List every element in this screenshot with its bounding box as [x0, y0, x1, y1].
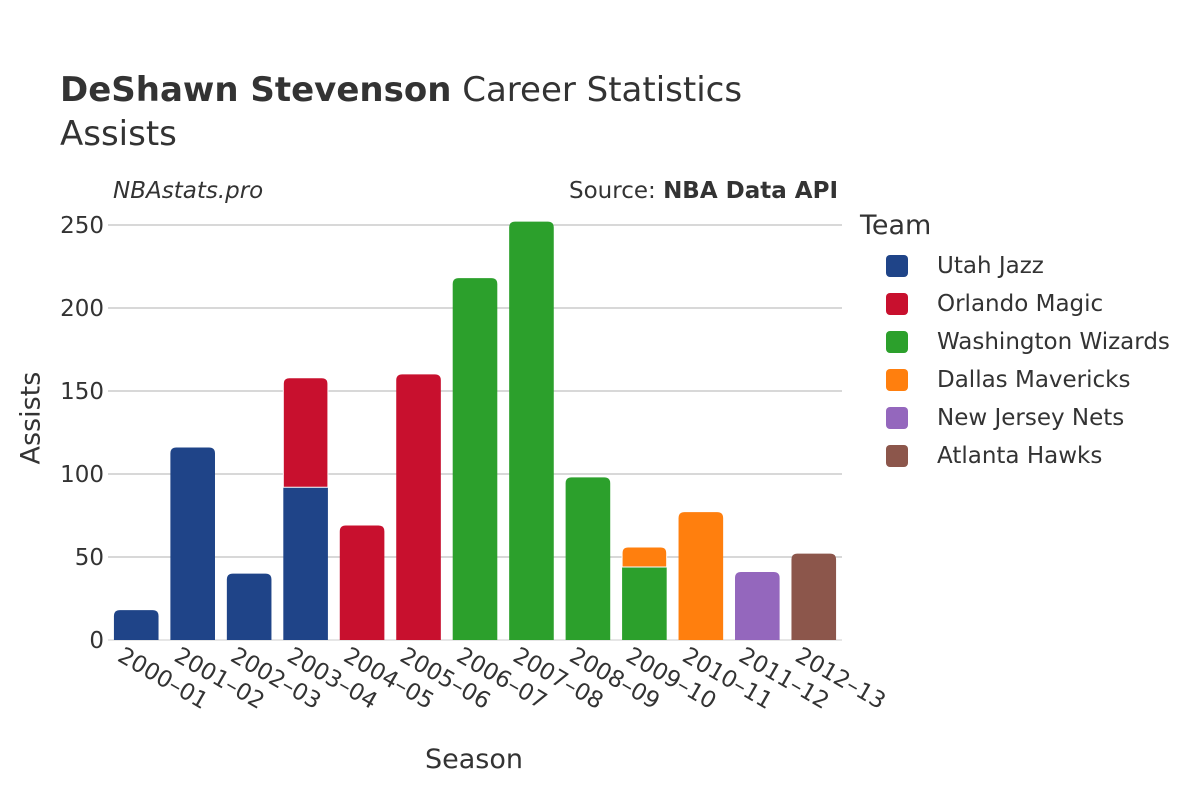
- legend-swatch: [886, 369, 908, 391]
- legend-label: Dallas Mavericks: [937, 367, 1131, 393]
- legend-item[interactable]: New Jersey Nets: [886, 403, 1124, 433]
- bar-washington-wizards[interactable]: [452, 278, 498, 640]
- y-axis-title: Assists: [15, 371, 47, 465]
- legend-item[interactable]: Dallas Mavericks: [886, 365, 1130, 395]
- legend-title: Team: [860, 210, 932, 241]
- legend-swatch: [886, 255, 908, 277]
- y-tick-label: 200: [60, 296, 104, 322]
- bar-washington-wizards[interactable]: [565, 477, 611, 640]
- legend-swatch: [886, 407, 908, 429]
- bar-new-jersey-nets[interactable]: [735, 571, 780, 640]
- bar-orlando-magic[interactable]: [282, 377, 329, 488]
- legend-label: New Jersey Nets: [937, 405, 1125, 431]
- y-tick-label: 0: [89, 628, 104, 654]
- bar-utah-jazz[interactable]: [283, 487, 328, 640]
- bar-utah-jazz[interactable]: [113, 610, 159, 640]
- y-tick-label: 50: [75, 545, 104, 571]
- bar-dallas-mavericks[interactable]: [678, 512, 724, 640]
- bar-washington-wizards[interactable]: [622, 566, 667, 640]
- legend-swatch: [886, 445, 908, 467]
- legend-item[interactable]: Utah Jazz: [886, 251, 1044, 281]
- bar-utah-jazz[interactable]: [170, 447, 215, 640]
- y-tick-label: 150: [60, 379, 104, 405]
- x-axis-title: Season: [425, 744, 523, 775]
- legend-label: Utah Jazz: [937, 253, 1044, 279]
- y-tick-label: 250: [60, 213, 104, 239]
- legend-item[interactable]: Orlando Magic: [886, 289, 1103, 319]
- bars: [113, 221, 837, 640]
- bar-washington-wizards[interactable]: [509, 221, 554, 640]
- bar-dallas-mavericks[interactable]: [621, 546, 668, 568]
- chart-plot: 0 50 100 150 200 250 2000–012001–022002–03200…: [60, 213, 890, 715]
- legend-item[interactable]: Atlanta Hawks: [886, 441, 1102, 471]
- legend-label: Atlanta Hawks: [937, 443, 1103, 469]
- legend-swatch: [886, 293, 908, 315]
- legend-swatch: [886, 331, 908, 353]
- legend-label: Orlando Magic: [937, 291, 1104, 317]
- legend-item[interactable]: Washington Wizards: [886, 327, 1170, 357]
- x-tick-labels: 2000–012001–022002–032003–042004–052005–…: [113, 643, 890, 715]
- bar-orlando-magic[interactable]: [396, 374, 441, 640]
- bar-atlanta-hawks[interactable]: [791, 553, 837, 640]
- legend-label: Washington Wizards: [937, 329, 1170, 355]
- bar-orlando-magic[interactable]: [339, 525, 385, 640]
- y-tick-label: 100: [60, 462, 104, 488]
- bar-utah-jazz[interactable]: [226, 573, 272, 640]
- y-tick-labels: 0 50 100 150 200 250: [60, 213, 104, 654]
